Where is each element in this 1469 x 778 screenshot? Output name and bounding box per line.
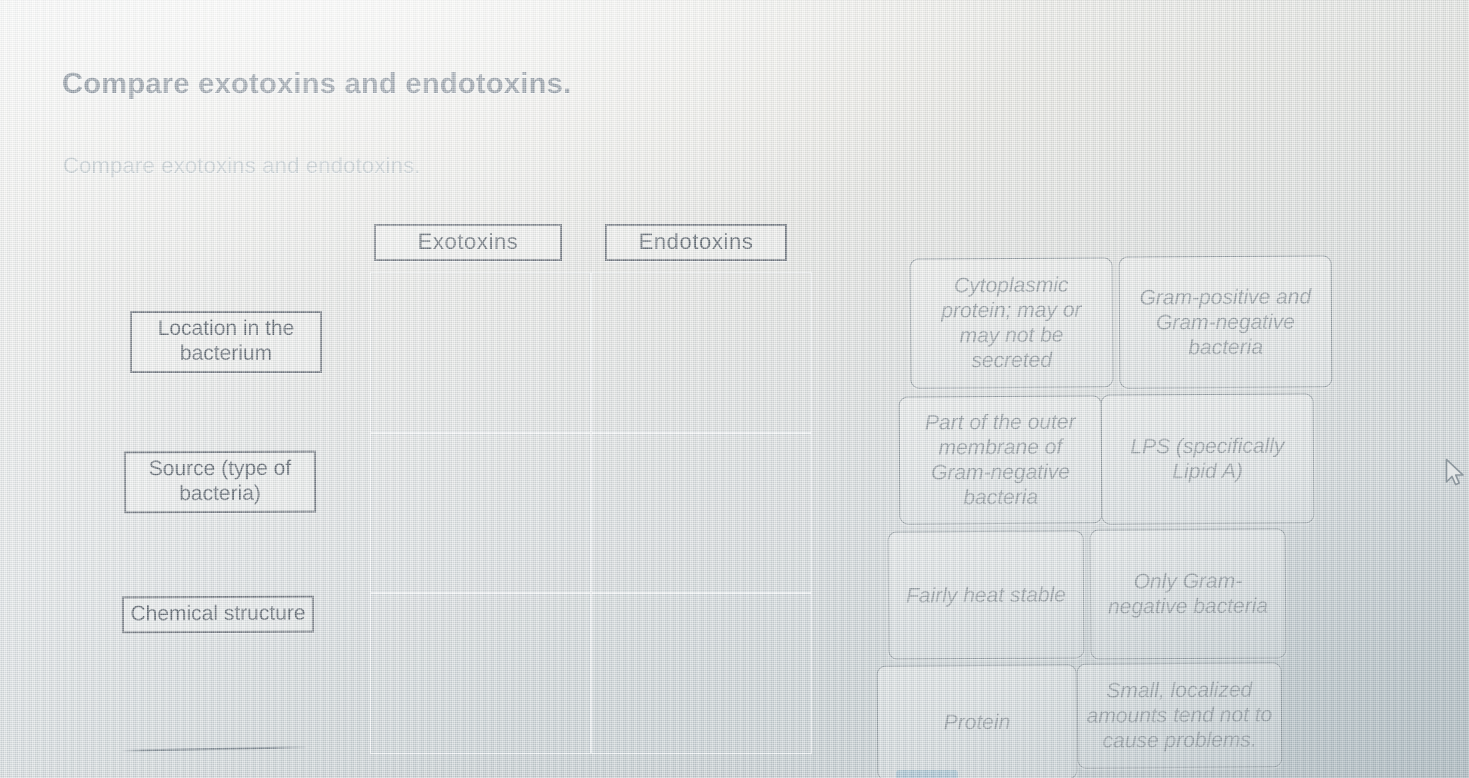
column-header-endotoxins: Endotoxins: [605, 224, 787, 261]
drop-zone-source-exotoxins[interactable]: [370, 432, 591, 594]
column-header-exotoxins: Exotoxins: [374, 224, 562, 261]
answer-tile-protein[interactable]: Protein: [876, 664, 1078, 778]
drop-zone-grid: [370, 272, 812, 754]
answer-tile-gram-positive-and-gram-negative[interactable]: Gram-positive and Gram-negative bacteria: [1118, 255, 1333, 389]
answer-tile-cytoplasmic-protein[interactable]: Cytoplasmic protein; may or may not be s…: [909, 257, 1114, 389]
row-label-chemical-structure: Chemical structure: [121, 595, 315, 634]
drop-zone-chemical-exotoxins[interactable]: [370, 593, 591, 754]
page-title: Compare exotoxins and endotoxins.: [62, 68, 572, 100]
drop-zone-source-endotoxins[interactable]: [591, 432, 812, 594]
drop-zone-location-exotoxins[interactable]: [370, 272, 591, 433]
drop-zone-location-endotoxins[interactable]: [591, 272, 812, 433]
answer-tile-small-localized-amounts[interactable]: Small, localized amounts tend not to cau…: [1076, 662, 1283, 769]
arrow-pointer-cursor: [1445, 458, 1464, 486]
quiz-screen-photo: Compare exotoxins and endotoxins. Compar…: [0, 0, 1469, 778]
page-subtitle: Compare exotoxins and endotoxins.: [63, 153, 421, 178]
row-label-source-type-of-bacteria: Source (type of bacteria): [123, 450, 317, 514]
answer-tile-fairly-heat-stable[interactable]: Fairly heat stable: [887, 530, 1085, 660]
drop-zone-chemical-endotoxins[interactable]: [591, 593, 812, 754]
answer-tile-lps-lipid-a[interactable]: LPS (specifically Lipid A): [1100, 393, 1315, 525]
answer-tile-part-of-outer-membrane[interactable]: Part of the outer membrane of Gram-negat…: [898, 395, 1103, 525]
horizontal-divider-rule: [121, 746, 307, 752]
answer-tile-only-gram-negative-bacteria[interactable]: Only Gram-negative bacteria: [1089, 528, 1287, 660]
row-label-location-in-the-bacterium: Location in the bacterium: [130, 311, 322, 373]
